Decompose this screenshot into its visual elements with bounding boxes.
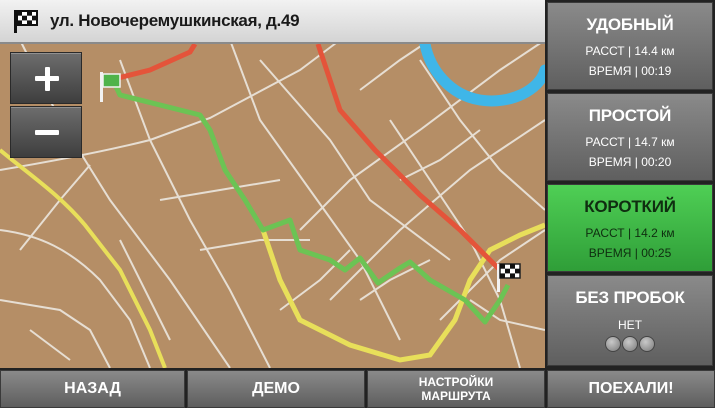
route-time: ВРЕМЯ | 00:20 [588,155,672,169]
destination-address: ул. Новочеремушкинская, д.49 [50,11,300,30]
route-time: ВРЕМЯ | 00:19 [588,64,672,78]
back-button-label: НАЗАД [64,380,121,397]
checkered-flag-icon [14,10,38,33]
go-button-label: ПОЕХАЛИ! [588,380,674,397]
demo-button[interactable]: ДЕМО [187,370,365,408]
route-name: ПРОСТОЙ [588,106,672,125]
bottom-toolbar: НАЗАД ДЕМО НАСТРОЙКИ МАРШРУТА ПОЕХАЛИ! [0,368,715,408]
route-time: ВРЕМЯ | 00:25 [588,246,672,260]
route-option-convenient[interactable]: УДОБНЫЙ РАССТ | 14.4 км ВРЕМЯ | 00:19 [547,2,713,90]
demo-button-label: ДЕМО [252,380,300,397]
major-road-left [0,148,167,368]
route-red-start [109,42,198,83]
route-option-no-traffic[interactable]: БЕЗ ПРОБОК НЕТ [547,275,713,366]
traffic-indicator-icon [548,336,712,352]
go-button[interactable]: ПОЕХАЛИ! [547,370,715,408]
route-name: БЕЗ ПРОБОК [575,288,685,307]
route-options-panel: УДОБНЫЙ РАССТ | 14.4 км ВРЕМЯ | 00:19 ПР… [545,0,715,368]
back-button[interactable]: НАЗАД [0,370,185,408]
navigation-screen: ул. Новочеремушкинская, д.49 УДОБНЫЙ РАС… [0,0,715,408]
route-red [315,43,502,272]
route-settings-label-line1: НАСТРОЙКИ [418,375,494,389]
route-name: УДОБНЫЙ [586,15,674,34]
minus-icon [11,107,81,157]
route-option-short[interactable]: КОРОТКИЙ РАССТ | 14.2 км ВРЕМЯ | 00:25 [547,184,713,272]
route-settings-label-line2: МАРШРУТА [421,389,491,403]
start-flag-icon [100,72,121,102]
route-green-selected [109,76,511,325]
route-distance: РАССТ | 14.2 км [585,226,675,240]
route-settings-button[interactable]: НАСТРОЙКИ МАРШРУТА [367,370,545,408]
zoom-out-button[interactable] [10,106,82,158]
route-distance: РАССТ | 14.4 км [585,44,675,58]
plus-icon [11,53,81,103]
zoom-in-button[interactable] [10,52,82,104]
destination-address-bar[interactable]: ул. Новочеремушкинская, д.49 [0,0,545,44]
route-option-simple[interactable]: ПРОСТОЙ РАССТ | 14.7 км ВРЕМЯ | 00:20 [547,93,713,181]
route-distance: РАССТ | 14.7 км [585,135,675,149]
map-view[interactable] [0,0,545,368]
traffic-status: НЕТ [618,318,642,332]
route-name: КОРОТКИЙ [584,197,676,216]
